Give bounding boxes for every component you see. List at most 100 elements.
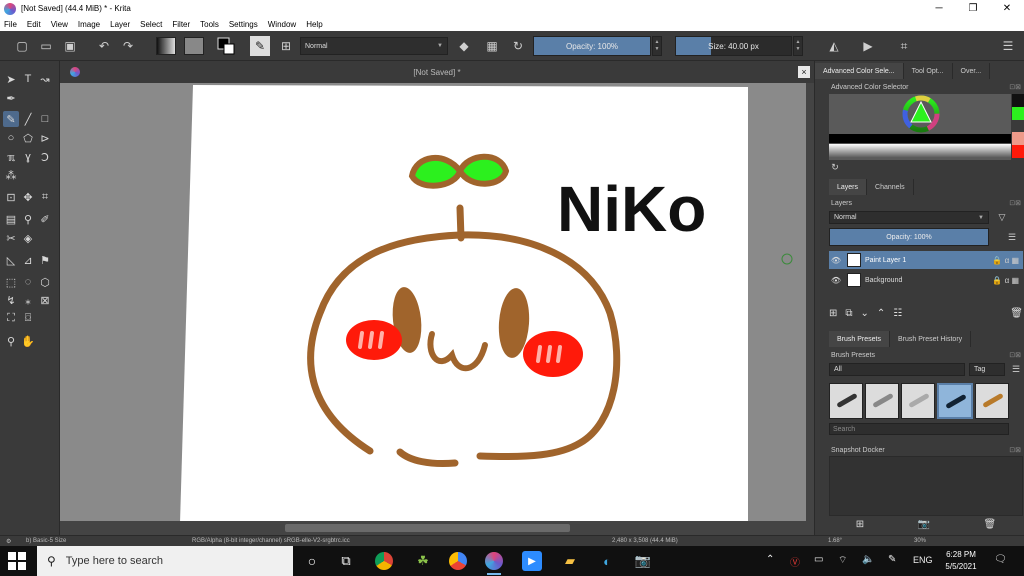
delete-layer-icon[interactable]: 🗑 <box>1010 308 1023 319</box>
transform-tool-icon[interactable]: ⊡ <box>3 189 19 205</box>
green-app-icon[interactable]: ☘ <box>413 551 433 571</box>
fg-bg-color-picker[interactable] <box>216 36 236 56</box>
gradient-tool-icon[interactable]: ▤ <box>3 211 19 227</box>
polygon-tool-icon[interactable]: ⬠ <box>20 130 36 146</box>
contiguous-selection-tool-icon[interactable]: ⁎ <box>20 292 36 308</box>
tab-tool-options[interactable]: Tool Opt... <box>904 63 953 79</box>
menu-file[interactable]: File <box>4 20 17 29</box>
elliptical-selection-tool-icon[interactable]: ◌ <box>20 274 36 290</box>
bezier-selection-tool-icon[interactable]: ⛶ <box>3 310 19 326</box>
perspective-grid-tool-icon[interactable]: ⊿ <box>20 252 36 268</box>
menu-filter[interactable]: Filter <box>172 20 190 29</box>
dynamic-brush-tool-icon[interactable]: Ↄ <box>37 149 53 165</box>
menu-view[interactable]: View <box>51 20 68 29</box>
lock-alpha-icons[interactable]: 🔒 α ▦ <box>992 276 1019 285</box>
zoom-app-icon[interactable]: ▶ <box>522 551 542 571</box>
wrap-around-icon[interactable]: ⌗ <box>896 38 912 54</box>
docker-float-close-icon[interactable]: ⊡⊠ <box>1009 83 1021 91</box>
docker-float-close-icon[interactable]: ⊡⊠ <box>1009 446 1021 454</box>
save-icon[interactable]: ▣ <box>62 38 78 54</box>
tray-overflow-chevron-icon[interactable]: ⌃ <box>766 554 774 565</box>
pattern-picker[interactable] <box>184 37 204 55</box>
camera-icon[interactable]: 📷 <box>918 519 930 530</box>
color-swatch[interactable] <box>1012 94 1024 107</box>
layer-row-background[interactable]: 👁 Background 🔒 α ▦ <box>829 271 1023 289</box>
brush-preset-item[interactable] <box>975 383 1009 419</box>
brush-preset-icon[interactable]: ✎ <box>250 36 270 56</box>
tab-channels[interactable]: Channels <box>867 179 914 195</box>
layer-properties-icon[interactable]: ☰ <box>1005 230 1019 244</box>
polygonal-selection-tool-icon[interactable]: ⬡ <box>37 274 53 290</box>
pen-icon[interactable]: ✎ <box>888 554 896 565</box>
color-swatch[interactable] <box>1012 119 1024 133</box>
blend-mode-select[interactable]: Normal ▼ <box>300 37 448 55</box>
crop-tool-icon[interactable]: ⌗ <box>37 189 53 205</box>
redo-icon[interactable]: ↷ <box>120 38 136 54</box>
edge-icon[interactable]: ◐ <box>597 551 617 571</box>
wifi-icon[interactable]: ⌔ <box>838 554 847 567</box>
gradient-picker[interactable] <box>156 37 176 55</box>
move-layer-down-icon[interactable]: ⌄ <box>861 308 869 319</box>
color-sampler-tool-icon[interactable]: ⚲ <box>20 211 36 227</box>
file-explorer-icon[interactable]: ▰ <box>560 551 580 571</box>
rectangular-selection-tool-icon[interactable]: ⬚ <box>3 274 19 290</box>
layer-row-paint-layer-1[interactable]: 👁 Paint Layer 1 🔒 α ▦ <box>829 251 1023 269</box>
visibility-eye-icon[interactable]: 👁 <box>829 256 843 265</box>
layer-filter-icon[interactable]: ▽ <box>995 210 1009 224</box>
color-swatch[interactable] <box>1012 145 1024 158</box>
tab-layers[interactable]: Layers <box>829 179 868 195</box>
select-shapes-tool-icon[interactable]: ➤ <box>3 71 19 87</box>
mirror-vertical-icon[interactable]: ▶ <box>860 38 876 54</box>
brush-view-icon[interactable]: ☰ <box>1009 362 1023 376</box>
layer-opacity-slider[interactable]: Opacity: 100% <box>829 228 989 246</box>
line-tool-icon[interactable]: ╱ <box>20 111 36 127</box>
move-tool-icon[interactable]: ✥ <box>20 189 36 205</box>
brush-editor-icon[interactable]: ⊞ <box>278 38 294 54</box>
chrome-icon[interactable] <box>375 552 393 570</box>
layer-options-icon[interactable]: ☷ <box>893 308 902 319</box>
menu-window[interactable]: Window <box>268 20 296 29</box>
docker-float-close-icon[interactable]: ⊡⊠ <box>1009 351 1021 359</box>
smart-patch-tool-icon[interactable]: ✂ <box>3 230 19 246</box>
undo-icon[interactable]: ↶ <box>96 38 112 54</box>
tab-brush-presets[interactable]: Brush Presets <box>829 331 890 347</box>
volume-icon[interactable]: 🔈 <box>862 554 874 565</box>
colorize-mask-tool-icon[interactable]: ✐ <box>37 211 53 227</box>
delete-snapshot-icon[interactable]: 🗑 <box>984 519 997 530</box>
color-swatch[interactable] <box>1012 132 1024 146</box>
tab-brush-preset-history[interactable]: Brush Preset History <box>890 331 972 347</box>
tab-overview[interactable]: Over... <box>953 63 991 79</box>
system-clock[interactable]: 6:28 PM 5/5/2021 <box>938 549 984 573</box>
reference-images-tool-icon[interactable]: ⚑ <box>37 252 53 268</box>
tray-app-icon[interactable]: Ⓥ <box>790 554 800 569</box>
ellipse-tool-icon[interactable]: ○ <box>3 130 19 146</box>
horizontal-scrollbar[interactable] <box>60 521 814 535</box>
open-folder-icon[interactable]: ▭ <box>38 38 54 54</box>
docker-float-close-icon[interactable]: ⊡⊠ <box>1009 199 1021 207</box>
edit-shapes-tool-icon[interactable]: ↝ <box>37 71 53 87</box>
drawing-canvas[interactable]: NiKo <box>60 83 814 521</box>
pan-tool-icon[interactable]: ✋ <box>20 333 36 349</box>
menu-layer[interactable]: Layer <box>110 20 130 29</box>
taskbar-search-input[interactable]: ⚲ Type here to search <box>37 546 293 576</box>
brush-preset-item[interactable] <box>829 383 863 419</box>
fill-tool-icon[interactable]: ◈ <box>20 230 36 246</box>
menu-edit[interactable]: Edit <box>27 20 41 29</box>
multibrush-tool-icon[interactable]: ⁂ <box>3 167 19 183</box>
snapshot-list[interactable] <box>829 456 1023 516</box>
menu-help[interactable]: Help <box>306 20 322 29</box>
freehand-selection-tool-icon[interactable]: ↯ <box>3 292 19 308</box>
magnetic-selection-tool-icon[interactable]: ⌼ <box>20 310 36 326</box>
maximize-button[interactable]: ❐ <box>956 0 990 17</box>
krita-taskbar-icon[interactable] <box>485 552 503 575</box>
bezier-tool-icon[interactable]: ℼ <box>3 149 19 165</box>
color-refresh-icon[interactable]: ↻ <box>829 161 841 173</box>
opacity-spinner[interactable]: ▲ ▼ <box>652 36 662 56</box>
brush-tag-select[interactable]: Tag <box>969 363 1005 376</box>
menu-select[interactable]: Select <box>140 20 162 29</box>
size-slider[interactable]: Size: 40.00 px <box>675 36 792 56</box>
duplicate-layer-icon[interactable]: ⧉ <box>845 308 852 319</box>
visibility-eye-icon[interactable]: 👁 <box>829 276 843 285</box>
tab-advanced-color-selector[interactable]: Advanced Color Sele... <box>815 63 904 79</box>
freehand-path-tool-icon[interactable]: ɣ <box>20 149 36 165</box>
